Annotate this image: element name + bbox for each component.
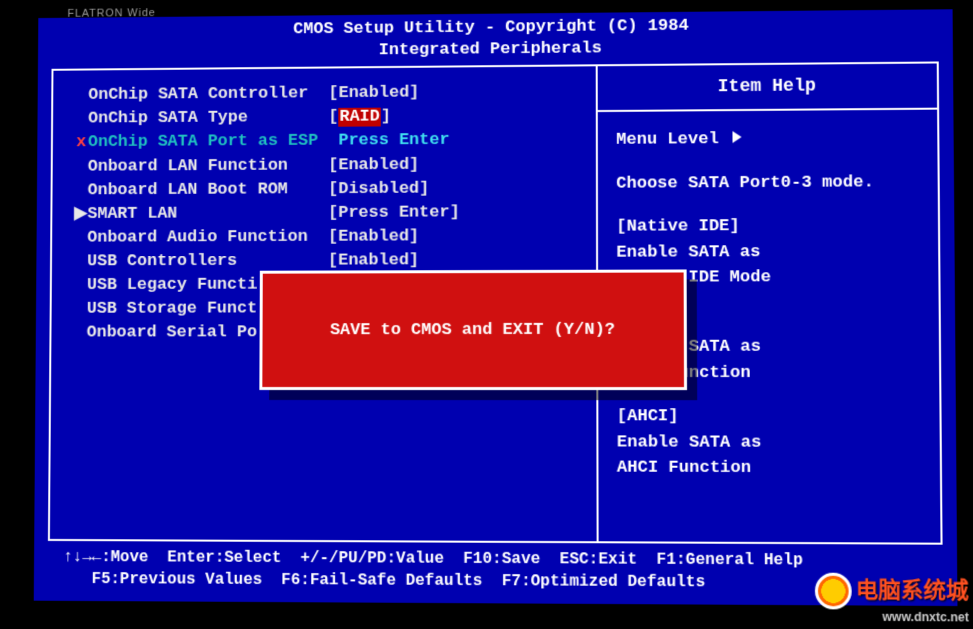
footer-line2: F5:Previous Values F6:Fail-Safe Defaults… [63,569,943,595]
watermark-url: www.dnxtc.net [882,610,969,625]
row-marker [74,108,88,132]
option-line: Enable SATA as [616,239,920,266]
help-title: Item Help [598,64,937,113]
setting-value: [Disabled] [328,177,588,202]
row-marker [74,227,88,251]
setting-label: Onboard LAN Function [88,154,329,179]
setting-label: OnChip SATA Port as ESP [88,130,329,155]
setting-onboard-lan-boot-rom[interactable]: Onboard LAN Boot ROM [Disabled] [74,177,588,204]
setting-label: Onboard LAN Boot ROM [88,178,329,203]
row-marker [73,298,87,322]
setting-label: OnChip SATA Controller [88,83,328,109]
row-marker [74,179,88,203]
option-line: AHCI Function [617,456,922,483]
save-exit-dialog[interactable]: SAVE to CMOS and EXIT (Y/N)? [259,269,687,390]
setting-label: SMART LAN [87,202,328,227]
setting-label: OnChip SATA Type [88,106,328,131]
setting-value: Press Enter [328,128,588,154]
menu-level: Menu Level [616,126,919,153]
bios-header: CMOS Setup Utility - Copyright (C) 1984 … [38,9,953,67]
submenu-arrow-icon: ▶ [74,203,88,227]
row-marker-disabled-icon: x [74,132,88,156]
watermark-logo: 电脑系统城 [815,571,969,610]
option-header: [AHCI] [617,404,921,430]
setting-label: Onboard Audio Function [87,226,328,251]
bios-screen: CMOS Setup Utility - Copyright (C) 1984 … [34,9,958,606]
selected-value-highlight: RAID [338,108,380,127]
row-marker [75,84,89,108]
row-marker [73,251,87,275]
setting-onboard-audio-function[interactable]: Onboard Audio Function [Enabled] [74,225,589,251]
setting-value: [Press Enter] [328,201,588,226]
row-marker [74,155,88,179]
help-description: Choose SATA Port0-3 mode. [616,170,919,197]
option-line: Enable SATA as [617,430,922,456]
setting-value: [Enabled] [328,80,588,106]
setting-smart-lan[interactable]: ▶ SMART LAN [Press Enter] [74,201,589,227]
help-option-ahci: [AHCI] Enable SATA as AHCI Function [617,404,922,482]
watermark-icon [815,573,852,610]
menu-level-arrow-icon [719,130,742,149]
setting-onboard-lan-function[interactable]: Onboard LAN Function [Enabled] [74,152,588,179]
setting-value: [RAID] [328,104,588,130]
setting-onchip-sata-type[interactable]: OnChip SATA Type [RAID] [74,104,588,131]
setting-value: [Enabled] [328,225,588,250]
row-marker [73,274,87,298]
option-header: [Native IDE] [616,214,919,241]
row-marker [73,322,87,346]
setting-onchip-sata-port-esp[interactable]: x OnChip SATA Port as ESP Press Enter [74,128,588,155]
setting-value: [Enabled] [328,152,588,177]
dialog-text: SAVE to CMOS and EXIT (Y/N)? [330,320,615,339]
